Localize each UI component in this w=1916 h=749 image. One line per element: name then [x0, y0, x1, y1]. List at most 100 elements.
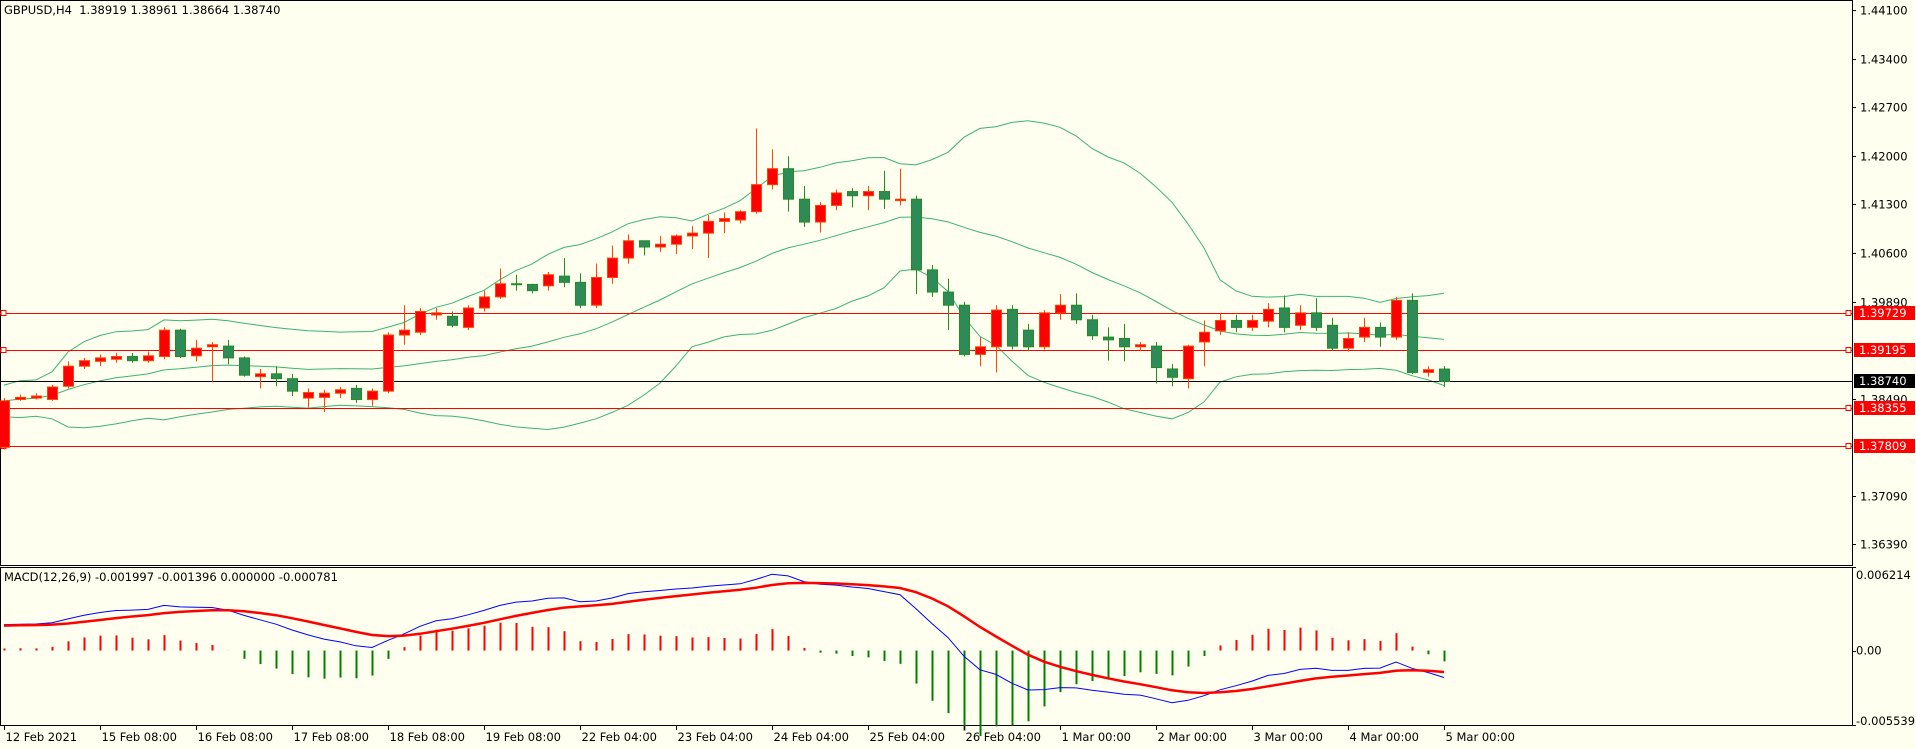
candle-body	[15, 396, 26, 400]
candle-body	[911, 198, 922, 271]
candle-body	[607, 257, 618, 278]
candle-body	[735, 211, 746, 221]
candle-body	[383, 334, 394, 392]
line-anchor-handle	[1845, 310, 1852, 316]
bull-candle	[47, 384, 58, 401]
candle-body	[575, 281, 586, 306]
candle-body	[207, 344, 218, 348]
candle-body	[1247, 319, 1258, 328]
candle-body	[63, 365, 74, 387]
candle-body	[31, 395, 42, 399]
candle-body	[1007, 308, 1018, 347]
candle-body	[127, 356, 138, 362]
candle-body	[543, 274, 554, 287]
line-anchor-handle	[1845, 405, 1852, 411]
time-tick-label: 5 Mar 00:00	[1446, 730, 1515, 744]
line-anchor-handle	[1845, 443, 1852, 449]
candle-body	[895, 198, 906, 202]
candle-body	[863, 191, 874, 197]
time-tick-label: 23 Feb 04:00	[678, 730, 753, 744]
price-tick-label: 1.36390	[1860, 538, 1908, 552]
candle-body	[1151, 345, 1162, 369]
bull-candle	[383, 332, 394, 394]
price-tick-label: 1.40600	[1860, 247, 1908, 261]
bull-candle	[463, 305, 474, 331]
time-tick-label: 22 Feb 04:00	[582, 730, 657, 744]
candle-body	[1327, 324, 1338, 349]
line-anchor-handle	[1845, 347, 1852, 353]
candle-body	[143, 355, 154, 362]
level-price-label: 1.38355	[1859, 401, 1907, 415]
candle-body	[847, 191, 858, 197]
candle-body	[447, 315, 458, 326]
symbol-info: GBPUSD,H4 1.38919 1.38961 1.38664 1.3874…	[4, 3, 281, 17]
candle-body	[79, 360, 90, 367]
candle-body	[1135, 344, 1146, 348]
price-tick-label: 1.42000	[1860, 150, 1908, 164]
candle-body	[0, 400, 10, 448]
candle-body	[559, 275, 570, 283]
candle-body	[751, 184, 762, 213]
candle-body	[463, 307, 474, 328]
bull-candle	[0, 398, 10, 450]
candle-body	[591, 276, 602, 306]
time-tick-label: 16 Feb 08:00	[198, 730, 273, 744]
bear-candle	[959, 301, 970, 357]
candle-body	[831, 192, 842, 206]
candle-body	[111, 356, 122, 360]
candle-body	[1055, 304, 1066, 314]
candle-body	[495, 283, 506, 298]
macd-tick-label: -0.005539	[1856, 714, 1915, 728]
candle-body	[511, 283, 522, 286]
macd-tick-label: 0.006214	[1856, 568, 1911, 582]
candle-body	[927, 269, 938, 293]
bear-candle	[175, 328, 186, 358]
candle-body	[1279, 307, 1290, 328]
candle-body	[271, 373, 282, 380]
candle-body	[191, 347, 202, 357]
candle-body	[1039, 312, 1050, 348]
bid-price-label: 1.38740	[1859, 374, 1907, 388]
time-tick-label: 3 Mar 00:00	[1254, 730, 1323, 744]
price-tick-label: 1.41300	[1860, 198, 1908, 212]
level-price-label: 1.39729	[1859, 306, 1907, 320]
candle-body	[431, 312, 442, 316]
time-tick-label: 24 Feb 04:00	[774, 730, 849, 744]
candle-body	[287, 378, 298, 392]
bear-candle	[1407, 293, 1418, 374]
time-tick-label: 2 Mar 00:00	[1158, 730, 1227, 744]
candle-body	[1359, 326, 1370, 338]
line-anchor-handle	[0, 347, 7, 353]
candle-body	[655, 243, 666, 248]
candle-body	[239, 357, 250, 376]
candle-body	[991, 309, 1002, 348]
chart-canvas[interactable]: 1.44100 1.43400 1.42700 1.42000 1.41300 1.406…	[0, 0, 1916, 749]
candle-body	[1087, 319, 1098, 337]
time-tick-label: 25 Feb 04:00	[870, 730, 945, 744]
candle-body	[175, 329, 186, 358]
candle-body	[1439, 368, 1450, 382]
candle-body	[255, 373, 266, 378]
candle-body	[671, 235, 682, 245]
bull-candle	[1039, 310, 1050, 350]
background	[0, 0, 1916, 749]
price-tick-label: 1.42700	[1860, 101, 1908, 115]
candle-body	[1103, 336, 1114, 341]
candle-body	[1023, 329, 1034, 348]
candle-body	[415, 310, 426, 333]
bear-candle	[239, 356, 250, 377]
candle-body	[1423, 369, 1434, 373]
candle-body	[687, 232, 698, 237]
time-tick-label: 26 Feb 04:00	[966, 730, 1041, 744]
candle-body	[1167, 368, 1178, 378]
time-tick-label: 17 Feb 08:00	[294, 730, 369, 744]
candle-body	[1071, 304, 1082, 321]
candle-body	[399, 329, 410, 336]
level-price-label: 1.39195	[1859, 343, 1907, 357]
candle-body	[1407, 299, 1418, 373]
price-tick-label: 1.37090	[1860, 490, 1908, 504]
bear-candle	[927, 265, 938, 297]
candle-body	[879, 191, 890, 200]
candle-body	[351, 387, 362, 400]
time-tick-label: 12 Feb 2021	[6, 730, 78, 744]
